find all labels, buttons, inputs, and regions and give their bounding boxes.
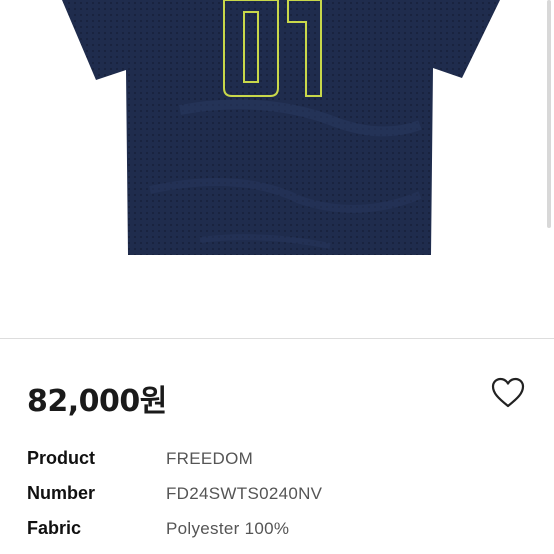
heart-icon [491, 377, 525, 408]
spec-row-product: Product FREEDOM [27, 444, 527, 479]
price: 82,000원 [27, 384, 167, 419]
jersey-illustration [62, 0, 500, 255]
product-image [0, 0, 554, 338]
spec-label: Number [27, 483, 96, 503]
like-button[interactable] [490, 376, 526, 410]
spec-value: FREEDOM [166, 449, 254, 468]
jersey-body [62, 0, 500, 255]
spec-value: FD24SWTS0240NV [166, 484, 323, 503]
divider [0, 338, 554, 339]
spec-row-number: Number FD24SWTS0240NV [27, 479, 527, 514]
spec-list: Product FREEDOM Number FD24SWTS0240NV Fa… [27, 444, 527, 549]
scrollbar-thumb[interactable] [547, 0, 551, 228]
spec-label: Fabric [27, 518, 82, 538]
spec-label: Product [27, 448, 96, 468]
spec-value: Polyester 100% [166, 519, 290, 538]
spec-row-fabric: Fabric Polyester 100% [27, 514, 527, 549]
